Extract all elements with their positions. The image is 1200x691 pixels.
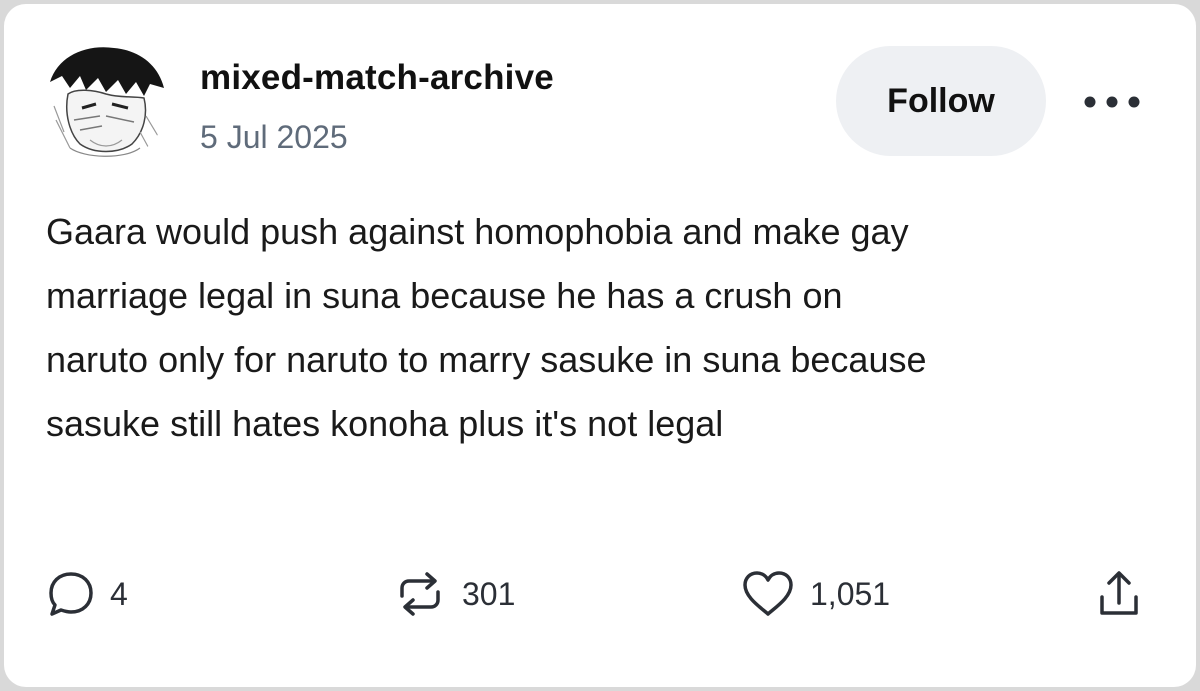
like-button[interactable]: 1,051 (740, 566, 890, 622)
comments-button[interactable]: 4 (46, 566, 128, 622)
author-username[interactable]: mixed-match-archive (200, 58, 554, 98)
follow-button[interactable]: Follow (836, 46, 1046, 156)
more-options-button[interactable] (1076, 84, 1148, 120)
avatar-image (41, 37, 167, 163)
likes-count: 1,051 (810, 575, 891, 612)
post-body: Gaara would push against homophobia and … (46, 211, 927, 444)
reblog-icon (392, 566, 448, 622)
heart-icon (740, 569, 796, 619)
post-card: mixed-match-archive 5 Jul 2025 Follow Ga… (4, 4, 1196, 687)
reblogs-count: 301 (462, 575, 516, 612)
share-icon (1092, 567, 1146, 621)
avatar[interactable] (40, 36, 168, 164)
reblog-button[interactable]: 301 (392, 566, 515, 622)
post-date[interactable]: 5 Jul 2025 (200, 119, 348, 156)
more-options-icon (1084, 96, 1140, 108)
share-button[interactable] (1092, 566, 1146, 622)
comment-icon (46, 569, 96, 619)
comments-count: 4 (110, 575, 128, 612)
